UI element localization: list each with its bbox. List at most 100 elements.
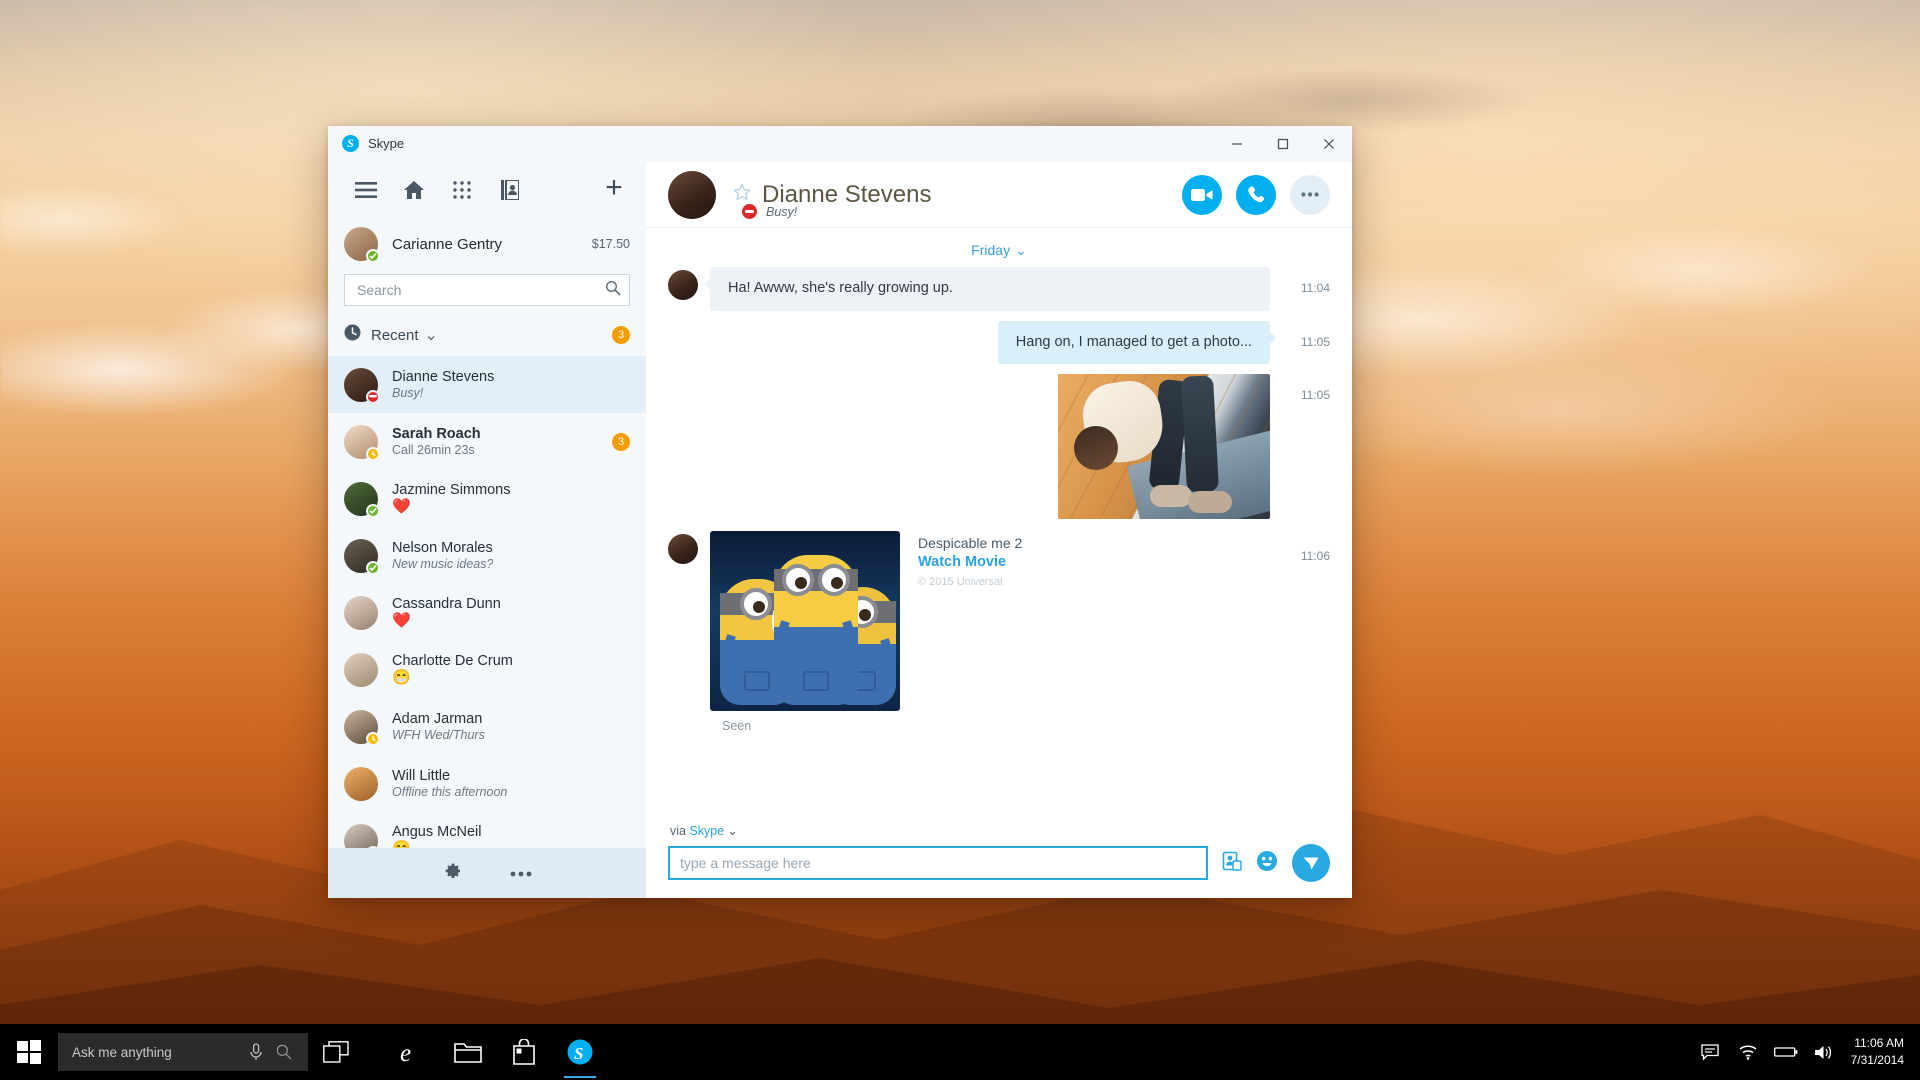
search-box[interactable] xyxy=(344,274,630,306)
sidebar-footer xyxy=(328,848,646,898)
more-actions-button[interactable] xyxy=(1290,175,1330,215)
audio-call-button[interactable] xyxy=(1236,175,1276,215)
system-tray: 11:06 AM 7/31/2014 xyxy=(1691,1024,1920,1080)
recent-label: Recent xyxy=(371,327,419,344)
conversation-actions xyxy=(1182,175,1330,215)
message-timestamp: 11:04 xyxy=(1301,281,1330,295)
add-contact-button[interactable]: + xyxy=(594,168,634,208)
attach-contact-icon[interactable] xyxy=(1222,851,1242,876)
contact-name: Charlotte De Crum xyxy=(392,652,513,670)
avatar xyxy=(344,824,378,849)
via-prefix: via xyxy=(670,824,686,838)
recent-filter-row[interactable]: Recent ⌄ 3 xyxy=(328,314,646,356)
contact-list-item[interactable]: Angus McNeil😊 xyxy=(328,812,646,848)
chevron-down-icon[interactable]: ⌄ xyxy=(425,325,438,345)
search-icon[interactable] xyxy=(270,1044,298,1060)
photo-detail xyxy=(1181,375,1219,493)
contact-name: Dianne Stevens xyxy=(392,368,494,386)
contact-list-item[interactable]: Adam JarmanWFH Wed/Thurs xyxy=(328,698,646,755)
microphone-icon[interactable] xyxy=(242,1043,270,1061)
contacts-icon[interactable] xyxy=(486,168,534,212)
contact-list-item[interactable]: Will LittleOffline this afternoon xyxy=(328,755,646,812)
conversation-status: Busy! xyxy=(742,204,797,219)
chevron-down-icon[interactable]: ⌄ xyxy=(1015,242,1027,258)
message-bubble-outgoing: Hang on, I managed to get a photo... xyxy=(998,321,1270,365)
overall-pocket xyxy=(803,671,829,691)
contact-list[interactable]: Dianne StevensBusy!Sarah RoachCall 26min… xyxy=(328,356,646,848)
action-center-icon[interactable] xyxy=(1691,1024,1729,1080)
svg-text:S: S xyxy=(574,1044,583,1063)
presence-indicator-busy xyxy=(366,390,380,404)
battery-icon[interactable] xyxy=(1767,1024,1805,1080)
search-input[interactable] xyxy=(357,282,605,298)
skype-taskbar-icon[interactable]: S xyxy=(552,1024,608,1080)
day-separator[interactable]: Friday⌄ xyxy=(668,228,1330,267)
wifi-icon[interactable] xyxy=(1729,1024,1767,1080)
contact-status-text: Call 26min 23s xyxy=(392,443,481,459)
contact-name: Will Little xyxy=(392,767,507,785)
skype-credit[interactable]: $17.50 xyxy=(592,237,630,251)
start-button[interactable] xyxy=(0,1024,58,1080)
search-area xyxy=(328,270,646,306)
emoticon-icon[interactable] xyxy=(1256,850,1278,877)
contact-list-item[interactable]: Charlotte De Crum😁 xyxy=(328,641,646,698)
contact-list-item[interactable]: Cassandra Dunn❤️ xyxy=(328,584,646,641)
movie-poster[interactable] xyxy=(710,531,900,711)
more-options-icon[interactable] xyxy=(510,864,532,882)
store-icon[interactable] xyxy=(496,1024,552,1080)
avatar xyxy=(344,368,378,402)
message-list[interactable]: Friday⌄ Ha! Awww, she's really growing u… xyxy=(646,228,1352,815)
photo-detail xyxy=(1188,491,1232,513)
contact-list-item[interactable]: Dianne StevensBusy! xyxy=(328,356,646,413)
taskbar-clock[interactable]: 11:06 AM 7/31/2014 xyxy=(1843,1035,1920,1070)
movie-card[interactable] xyxy=(710,531,900,711)
close-button[interactable] xyxy=(1306,126,1352,162)
conversation-pane: Dianne Stevens Busy! xyxy=(646,162,1352,898)
file-explorer-icon[interactable] xyxy=(440,1024,496,1080)
send-button[interactable] xyxy=(1292,844,1330,882)
hamburger-menu-icon[interactable] xyxy=(342,168,390,212)
photo-detail xyxy=(1150,485,1192,507)
my-profile-row[interactable]: Carianne Gentry $17.50 xyxy=(328,218,646,270)
overall-pocket xyxy=(744,671,770,691)
edge-icon[interactable]: e xyxy=(384,1024,440,1080)
minion-figure xyxy=(774,555,858,705)
message-row: Hang on, I managed to get a photo... 11:… xyxy=(668,321,1330,365)
task-view-icon[interactable] xyxy=(308,1024,364,1080)
avatar xyxy=(344,653,378,687)
chevron-down-icon[interactable]: ⌄ xyxy=(727,824,737,838)
video-call-button[interactable] xyxy=(1182,175,1222,215)
photo-detail xyxy=(1074,426,1118,470)
avatar xyxy=(344,539,378,573)
contact-text: Will LittleOffline this afternoon xyxy=(392,767,507,801)
contact-text: Angus McNeil😊 xyxy=(392,823,481,848)
via-service-row[interactable]: via Skype⌄ xyxy=(668,815,1330,844)
volume-icon[interactable] xyxy=(1805,1024,1843,1080)
avatar xyxy=(668,270,698,300)
cortana-search-box[interactable]: Ask me anything xyxy=(58,1033,308,1071)
home-icon[interactable] xyxy=(390,168,438,212)
avatar[interactable] xyxy=(668,171,716,219)
message-timestamp: 11:05 xyxy=(1301,388,1330,402)
svg-text:e: e xyxy=(400,1040,411,1066)
message-row-movie-card: Despicable me 2 Watch Movie © 2015 Unive… xyxy=(668,531,1330,711)
presence-indicator-away xyxy=(366,447,380,461)
star-icon[interactable] xyxy=(732,183,752,207)
sidebar: + Carianne Gentry $17.50 xyxy=(328,162,646,898)
overalls xyxy=(774,627,858,705)
search-icon[interactable] xyxy=(605,280,621,301)
gear-icon[interactable] xyxy=(442,861,462,886)
contact-text: Nelson MoralesNew music ideas? xyxy=(392,539,493,573)
contact-list-item[interactable]: Nelson MoralesNew music ideas? xyxy=(328,527,646,584)
watch-movie-link[interactable]: Watch Movie xyxy=(918,554,1022,570)
via-service-name[interactable]: Skype xyxy=(689,824,724,838)
dialpad-icon[interactable] xyxy=(438,168,486,212)
clock-time: 11:06 AM xyxy=(1851,1035,1904,1052)
contact-list-item[interactable]: Jazmine Simmons❤️ xyxy=(328,470,646,527)
message-photo-attachment[interactable] xyxy=(1058,374,1270,519)
maximize-button[interactable] xyxy=(1260,126,1306,162)
minimize-button[interactable] xyxy=(1214,126,1260,162)
contact-list-item[interactable]: Sarah RoachCall 26min 23s3 xyxy=(328,413,646,470)
avatar xyxy=(668,534,698,564)
message-input[interactable] xyxy=(668,846,1208,880)
